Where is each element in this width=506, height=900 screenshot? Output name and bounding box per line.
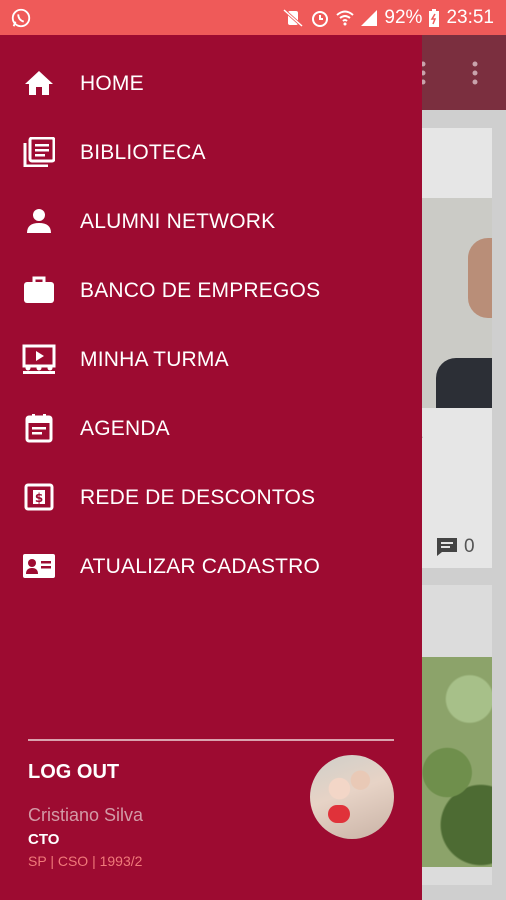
alarm-icon [312, 10, 329, 27]
menu-label: AGENDA [80, 416, 170, 440]
comment-count-value: 0 [464, 536, 475, 557]
menu-item-rede-de-descontos[interactable]: $ REDE DE DESCONTOS [0, 463, 422, 532]
comment-icon [437, 538, 457, 556]
menu-label: BIBLIOTECA [80, 140, 206, 164]
overflow-menu-icon[interactable] [472, 61, 478, 85]
id-card-icon [22, 551, 56, 581]
logout-button[interactable]: LOG OUT [28, 761, 119, 784]
library-icon [22, 137, 56, 167]
user-role: CTO [28, 831, 60, 848]
menu-item-minha-turma[interactable]: MINHA TURMA [0, 325, 422, 394]
menu-label: ALUMNI NETWORK [80, 209, 276, 233]
calendar-icon [22, 413, 56, 443]
clock: 23:51 [446, 6, 494, 28]
home-icon [22, 68, 56, 98]
menu-item-banco-de-empregos[interactable]: BANCO DE EMPREGOS [0, 256, 422, 325]
avatar[interactable] [310, 755, 394, 839]
discount-icon: $ [22, 482, 56, 512]
svg-text:$: $ [35, 491, 43, 505]
battery-percent: 92% [384, 6, 423, 28]
mute-vibrate-icon [283, 8, 304, 27]
status-bar: 92% 23:51 [0, 0, 506, 35]
wifi-icon [336, 10, 355, 25]
divider [28, 739, 394, 741]
menu-item-home[interactable]: HOME [0, 49, 422, 118]
battery-icon [429, 8, 440, 27]
menu-item-agenda[interactable]: AGENDA [0, 394, 422, 463]
user-info: SP | CSO | 1993/2 [28, 853, 143, 869]
briefcase-icon [22, 275, 56, 305]
whatsapp-icon [11, 8, 31, 28]
menu-label: BANCO DE EMPREGOS [80, 278, 321, 302]
user-name: Cristiano Silva [28, 805, 144, 825]
menu-label: ATUALIZAR CADASTRO [80, 554, 321, 578]
menu-label: HOME [80, 71, 144, 95]
menu-item-atualizar-cadastro[interactable]: ATUALIZAR CADASTRO [0, 532, 422, 601]
menu-item-biblioteca[interactable]: BIBLIOTECA [0, 118, 422, 187]
comment-count[interactable]: 0 [436, 536, 475, 558]
classroom-icon [22, 344, 56, 374]
signal-icon [361, 9, 378, 26]
menu-label: MINHA TURMA [80, 347, 229, 371]
person-icon [22, 206, 56, 236]
menu-item-alumni-network[interactable]: ALUMNI NETWORK [0, 187, 422, 256]
drawer-menu: HOME BIBLIOTECA ALUMNI NETWORK BANCO DE … [0, 49, 422, 601]
menu-label: REDE DE DESCONTOS [80, 485, 316, 509]
navigation-drawer: HOME BIBLIOTECA ALUMNI NETWORK BANCO DE … [0, 35, 422, 900]
